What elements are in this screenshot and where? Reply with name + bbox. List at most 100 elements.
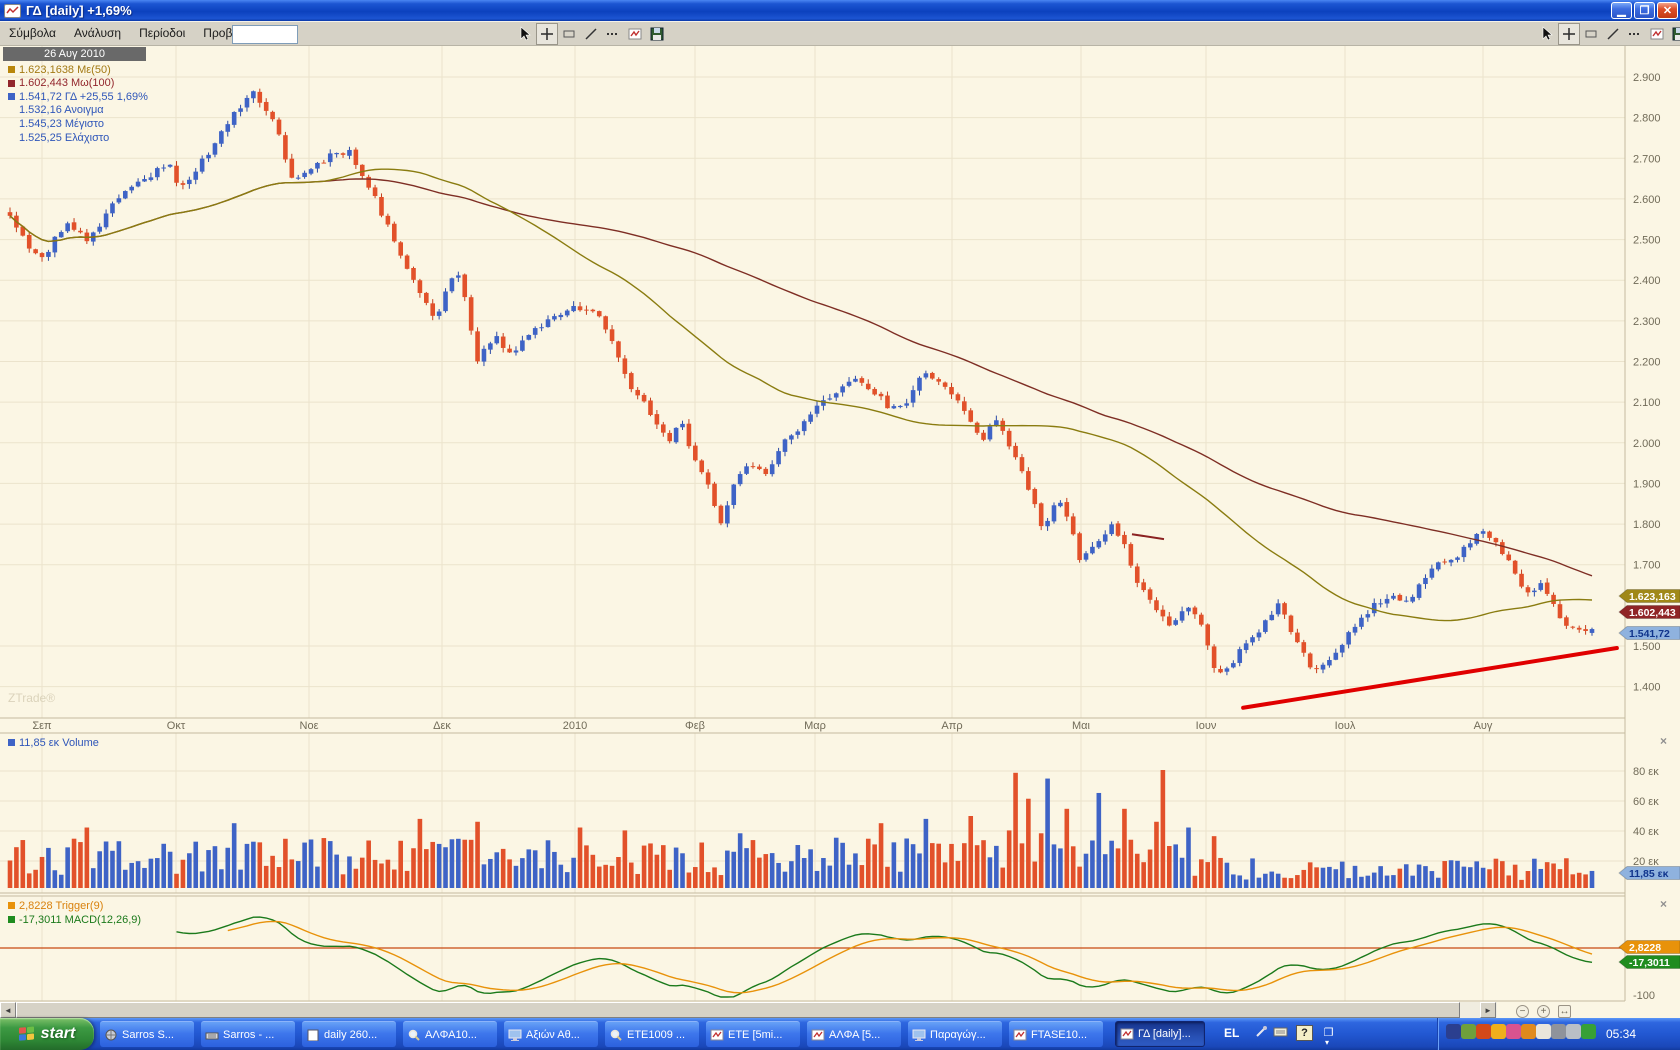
java-tray-icon[interactable] [1476,1024,1491,1039]
svg-text:1.623,163: 1.623,163 [1629,591,1676,603]
task-button-label: ΑΛΦΑ [5... [829,1029,880,1041]
menu-0[interactable]: Σύμβολα [0,22,65,46]
window-titlebar[interactable]: ΓΔ [daily] +1,69% ▁ ❐ ✕ [0,0,1680,21]
volume-pane-close-icon[interactable]: × [1660,734,1667,748]
trendline-tool-button[interactable] [580,23,602,45]
rectangle-tool-button[interactable] [1580,23,1602,45]
minimize-button[interactable]: ▁ [1611,2,1632,19]
svg-text:2.700: 2.700 [1633,153,1661,165]
menu-2[interactable]: Περίοδοι [130,22,194,46]
task-button-6[interactable]: ΕΤΕ [5mi... [706,1021,800,1047]
task-button-label: Sarros S... [122,1029,174,1041]
toolbar-center [514,23,668,45]
card-tray-icon[interactable] [1536,1024,1551,1039]
task-button-4[interactable]: Αξιών Αθ... [504,1021,598,1047]
watermark: ZTrade® [8,691,55,705]
legend-text: 1.623,1638 Με(50) [19,64,111,76]
macd-pane-close-icon[interactable]: × [1660,897,1667,911]
svg-text:40 εκ: 40 εκ [1633,826,1659,838]
dotted-line-tool-button[interactable] [602,23,624,45]
svg-text:Νοε: Νοε [300,720,319,732]
chart-template-tool-button[interactable] [1646,23,1668,45]
menu-bar: ΣύμβολαΑνάλυσηΠερίοδοιΠροβολή [0,21,1680,46]
system-tray: 05:34 [1437,1018,1680,1050]
save-template-tool-button[interactable] [1668,23,1680,45]
task-button-0[interactable]: Sarros S... [100,1021,194,1047]
window-title: ΓΔ [daily] +1,69% [26,3,132,18]
last-price-tag: 1.541,72 [1619,627,1680,640]
chart-canvas[interactable]: 2.9002.8002.7002.6002.5002.4002.3002.200… [0,46,1680,1002]
legend-marker [8,66,15,73]
menu-1[interactable]: Ανάλυση [65,22,130,46]
close-button[interactable]: ✕ [1657,2,1678,19]
symbol-input[interactable] [232,25,298,44]
scroll-right-arrow[interactable]: ► [1480,1002,1496,1018]
chart-template-tool-button[interactable] [624,23,646,45]
macd-legend-row-1: -17,3011 MACD(12,26,9) [8,913,141,926]
legend-marker [8,916,15,923]
zoom-out-button[interactable]: − [1516,1005,1529,1018]
spybot-tray-icon[interactable] [1581,1024,1596,1039]
messenger-tray-icon[interactable] [1506,1024,1521,1039]
task-button-label: ΕΤΕ1009 ... [627,1029,685,1041]
trendline-tool-button[interactable] [1602,23,1624,45]
macd-legend-row-0: 2,8228 Trigger(9) [8,899,103,912]
legend-marker [8,93,15,100]
rectangle-tool-button[interactable] [558,23,580,45]
start-label: start [41,1025,76,1043]
task-button-2[interactable]: daily 260... [302,1021,396,1047]
task-button-9[interactable]: FTASE10... [1009,1021,1103,1047]
task-button-10[interactable]: ΓΔ [daily]... [1115,1021,1205,1047]
svg-text:Απρ: Απρ [941,720,962,732]
ma100-price-tag: 1.602,443 [1619,606,1680,619]
svg-text:1.700: 1.700 [1633,560,1661,572]
taskbar-clock: 05:34 [1606,1027,1636,1041]
start-button[interactable]: start [0,1018,94,1050]
horizontal-scrollbar[interactable]: ◄ ► [0,1002,1497,1018]
task-button-1[interactable]: Sarros - ... [201,1021,295,1047]
menu-items: ΣύμβολαΑνάλυσηΠερίοδοιΠροβολή [0,24,260,41]
r-app-tray-icon[interactable] [1446,1024,1461,1039]
dotted-line-tool-button[interactable] [1624,23,1646,45]
svg-text:2.600: 2.600 [1633,194,1661,206]
restore-button[interactable]: ❐ [1634,2,1655,19]
svg-text:Ιουλ: Ιουλ [1335,720,1356,732]
puzzle-tray-icon[interactable] [1461,1024,1476,1039]
svg-text:2.900: 2.900 [1633,72,1661,84]
price-legend-row-3: 1.532,16 Ανοιγμα [8,104,104,117]
task-button-5[interactable]: ΕΤΕ1009 ... [605,1021,699,1047]
zoom-in-button[interactable]: + [1537,1005,1550,1018]
scrollbar-thumb[interactable] [16,1002,1460,1018]
svg-text:1.602,443: 1.602,443 [1629,607,1676,619]
task-button-label: ΓΔ [daily]... [1138,1028,1191,1040]
pointer-tool-button[interactable] [1536,23,1558,45]
shield-alert-tray-icon[interactable] [1491,1024,1506,1039]
volume-tag: 11,85 εκ [1619,867,1680,880]
fit-width-button[interactable]: ↔ [1558,1005,1571,1018]
crosshair-tool-button[interactable] [536,23,558,45]
svg-text:2,8228: 2,8228 [1629,942,1661,954]
language-indicator[interactable]: EL [1224,1026,1239,1040]
save-template-tool-button[interactable] [646,23,668,45]
task-button-label: daily 260... [324,1029,377,1041]
svg-text:80 εκ: 80 εκ [1633,766,1659,778]
scroll-left-arrow[interactable]: ◄ [0,1002,16,1018]
binoculars-tray-icon[interactable] [1551,1024,1566,1039]
svg-text:2010: 2010 [563,720,587,732]
pointer-tool-button[interactable] [514,23,536,45]
svg-text:60 εκ: 60 εκ [1633,796,1659,808]
task-button-8[interactable]: Παραγώγ... [908,1021,1002,1047]
chart-area[interactable]: 2.9002.8002.7002.6002.5002.4002.3002.200… [0,46,1680,1018]
pen-tool-icon[interactable] [1252,1025,1269,1042]
task-button-7[interactable]: ΑΛΦΑ [5... [807,1021,901,1047]
keyboard-layout-icon[interactable] [1272,1025,1289,1042]
task-button-3[interactable]: ΑΛΦΑ10... [403,1021,497,1047]
help-tray-icon[interactable]: ? [1296,1025,1313,1041]
flag-tray-icon[interactable] [1521,1024,1536,1039]
restore-window-tray-icon[interactable]: ❐▾ [1320,1025,1337,1042]
crosshair-tool-button[interactable] [1558,23,1580,45]
speaker-tray-icon[interactable] [1566,1024,1581,1039]
svg-text:2.100: 2.100 [1633,397,1661,409]
svg-text:-100: -100 [1633,990,1655,1002]
svg-text:Μαι: Μαι [1072,720,1091,732]
